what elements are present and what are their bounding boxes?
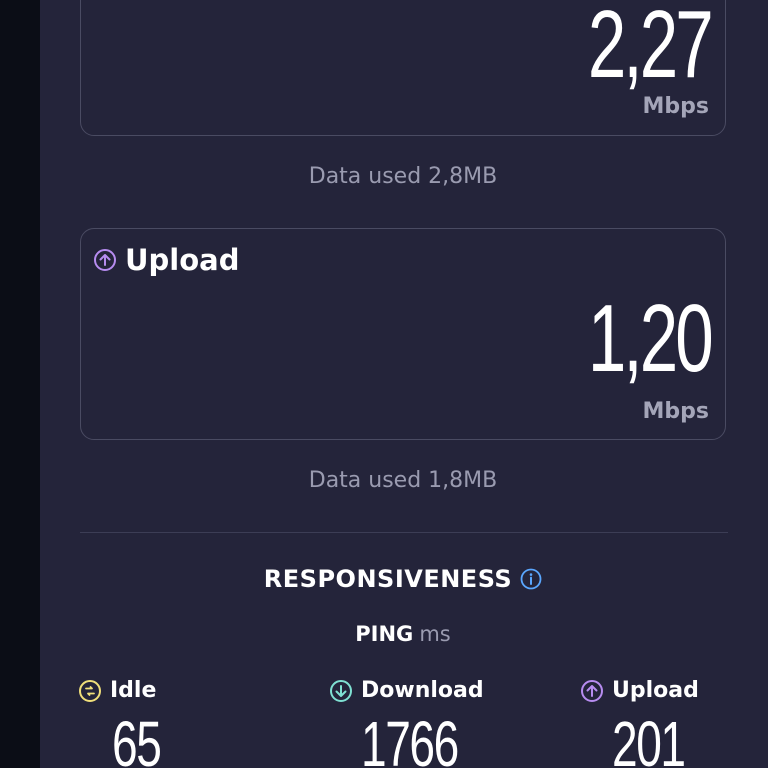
idle-metric-label: Idle — [78, 678, 156, 703]
download-metric-label: Download — [329, 678, 484, 703]
results-panel: 2,27 Mbps Data used 2,8MB Upload 1,20 Mb… — [40, 0, 768, 768]
upload-speed-value: 1,20 — [587, 285, 714, 392]
arrow-up-circle-icon — [580, 679, 604, 703]
upload-card-title: Upload — [93, 243, 240, 277]
download-speed-unit: Mbps — [642, 94, 709, 119]
responsiveness-heading: RESPONSIVENESS — [80, 565, 726, 593]
upload-card: Upload 1,20 Mbps — [80, 228, 726, 440]
screen-edge — [0, 0, 40, 768]
download-label: Download — [361, 678, 484, 703]
idle-icon — [78, 679, 102, 703]
upload-label: Upload — [612, 678, 699, 703]
info-icon[interactable] — [520, 568, 542, 590]
upload-data-used: Data used 1,8MB — [308, 468, 498, 493]
ping-label-row: PING ms — [80, 622, 726, 646]
idle-ping-value: 65 — [112, 708, 162, 768]
download-card: 2,27 Mbps — [80, 0, 726, 136]
download-speed-value: 2,27 — [587, 0, 714, 98]
ping-unit: ms — [419, 622, 451, 646]
idle-label: Idle — [110, 678, 157, 703]
ping-label: PING — [355, 622, 414, 646]
upload-card-label: Upload — [125, 243, 240, 277]
upload-speed-unit: Mbps — [642, 399, 709, 424]
arrow-up-circle-icon — [93, 248, 117, 272]
upload-metric-label: Upload — [580, 678, 699, 703]
responsiveness-title: RESPONSIVENESS — [263, 565, 513, 593]
download-data-used: Data used 2,8MB — [308, 164, 498, 189]
arrow-down-circle-icon — [329, 679, 353, 703]
section-divider — [80, 532, 728, 533]
upload-ping-value: 201 — [612, 708, 686, 768]
download-ping-value: 1766 — [361, 708, 459, 768]
